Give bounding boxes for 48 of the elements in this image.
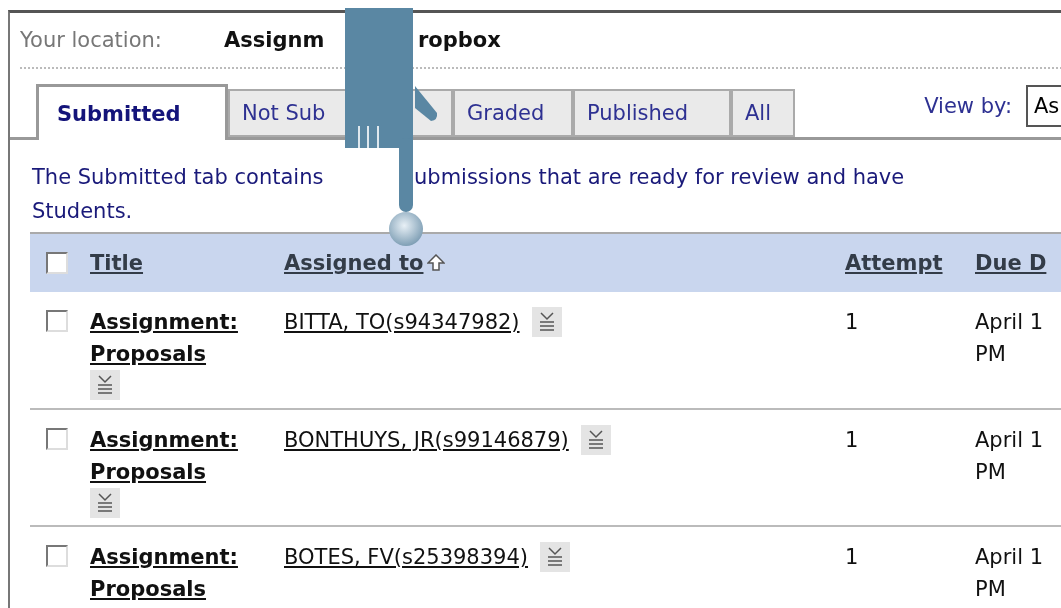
assignment-link[interactable]: Proposals: [90, 573, 206, 605]
checkbox[interactable]: [46, 428, 68, 450]
due-date-cell-text: PM: [975, 459, 1006, 486]
checkbox[interactable]: [46, 545, 68, 567]
assignment-link[interactable]: Assignment:: [90, 424, 238, 456]
tab[interactable]: Submitted: [36, 84, 228, 140]
column-header[interactable]: Title: [90, 251, 143, 275]
assignment-link[interactable]: Assignment:: [90, 541, 238, 573]
tab[interactable]: Published: [573, 89, 731, 137]
menu-icon: [546, 547, 564, 567]
column-header[interactable]: Due D: [975, 251, 1047, 275]
attempt-cell-text: 1: [845, 309, 860, 336]
due-date-cell-text: April 1: [975, 427, 1044, 454]
tab[interactable]: All: [731, 89, 795, 137]
student-link[interactable]: BITTA, TO(s94347982): [284, 306, 520, 338]
assignment-link[interactable]: Proposals: [90, 338, 206, 370]
due-date-cell-text: April 1: [975, 544, 1044, 571]
student-link[interactable]: BONTHUYS, JR(s99146879): [284, 424, 569, 456]
checkbox[interactable]: [46, 310, 68, 332]
checkbox[interactable]: [46, 252, 68, 274]
column-header[interactable]: Assigned to: [284, 251, 424, 275]
menu-button[interactable]: [531, 307, 562, 337]
description-text: The Submitted tab contains: [32, 164, 325, 191]
column-header[interactable]: Attempt: [845, 251, 943, 275]
assignment-link[interactable]: Proposals: [90, 456, 206, 488]
description-text: Students.: [32, 198, 133, 225]
attempt-cell-text: 1: [845, 544, 860, 571]
menu-button[interactable]: [90, 488, 120, 518]
tab[interactable]: Graded: [453, 89, 573, 137]
view-by-label: View by:: [924, 94, 1012, 118]
menu-icon: [96, 375, 114, 395]
description-text: ubmissions that are ready for review and have: [414, 164, 905, 191]
menu-icon: [96, 493, 114, 513]
menu-button[interactable]: [580, 425, 611, 455]
menu-icon: [537, 312, 556, 332]
student-link[interactable]: BOTES, FV(s25398394): [284, 541, 528, 573]
due-date-cell-text: April 1: [975, 309, 1044, 336]
location-value: Assignm: [224, 28, 326, 52]
due-date-cell-text: PM: [975, 341, 1006, 368]
menu-button[interactable]: [540, 542, 570, 572]
attempt-cell-text: 1: [845, 427, 860, 454]
location-label: Your location:: [20, 28, 163, 52]
menu-button[interactable]: [90, 370, 120, 400]
menu-icon: [586, 430, 605, 450]
due-date-cell-text: PM: [975, 576, 1006, 603]
location-value: ropbox: [418, 28, 501, 52]
assignment-link[interactable]: Assignment:: [90, 306, 238, 338]
view-by-select[interactable]: As: [1026, 85, 1061, 127]
